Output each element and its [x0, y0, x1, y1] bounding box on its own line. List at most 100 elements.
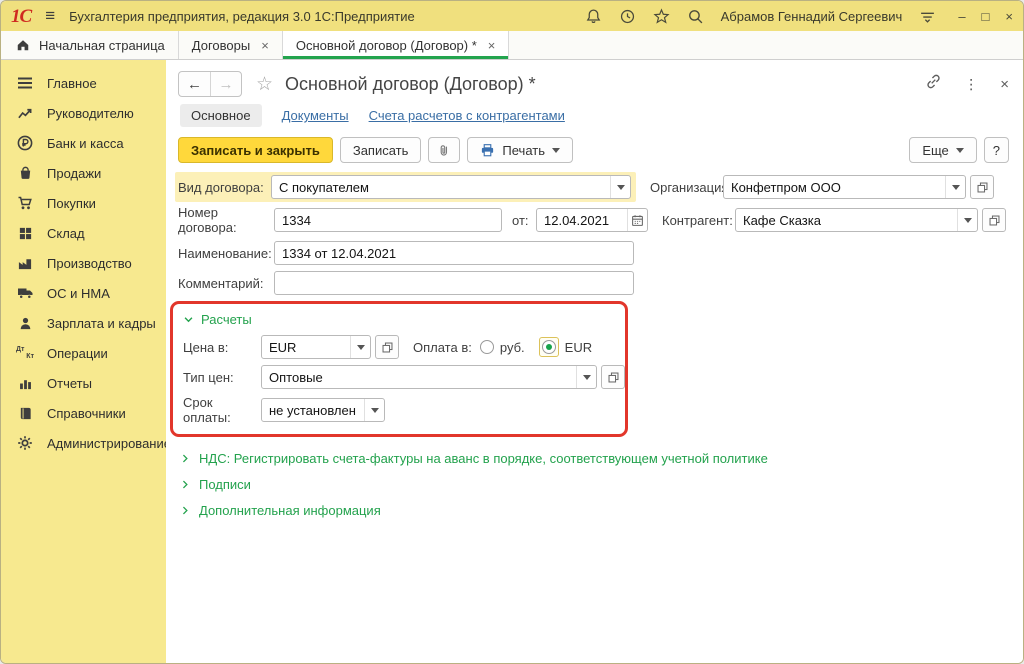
- chevron-right-icon: [180, 479, 190, 490]
- favorite-star-icon[interactable]: ☆: [256, 73, 273, 96]
- sidebar-item-rukovoditelyu[interactable]: Руководителю: [1, 98, 166, 128]
- close-tab-icon[interactable]: ×: [488, 38, 496, 53]
- contract-date-field[interactable]: 12.04.2021: [536, 208, 648, 232]
- forward-button[interactable]: →: [210, 72, 241, 96]
- dropdown-arrow-icon[interactable]: [364, 399, 384, 421]
- maximize-button[interactable]: □: [982, 9, 990, 24]
- name-label: Наименование:: [178, 246, 274, 261]
- tab-label: Основной договор (Договор) *: [296, 38, 477, 53]
- sidebar-label: Производство: [47, 256, 132, 271]
- sidebar-label: Отчеты: [47, 376, 92, 391]
- open-counterparty-icon[interactable]: [982, 208, 1006, 232]
- section-dop-info[interactable]: Дополнительная информация: [180, 503, 1009, 518]
- counterparty-field[interactable]: Кафе Сказка: [735, 208, 978, 232]
- sidebar-item-prodazhi[interactable]: Продажи: [1, 158, 166, 188]
- trend-icon: [16, 105, 34, 121]
- organization-label: Организация:: [650, 180, 723, 195]
- menu-icon: [16, 75, 34, 91]
- history-icon[interactable]: [619, 7, 637, 25]
- close-form-icon[interactable]: ×: [1000, 76, 1009, 93]
- notifications-bell-icon[interactable]: [585, 7, 603, 25]
- grid-icon: [16, 225, 34, 241]
- ruble-circle-icon: [16, 135, 34, 151]
- price-type-field[interactable]: Оптовые: [261, 365, 597, 389]
- price-currency-field[interactable]: EUR: [261, 335, 371, 359]
- section-nds[interactable]: НДС: Регистрировать счета-фактуры на ава…: [180, 451, 1009, 466]
- calculations-group-header[interactable]: Расчеты: [183, 312, 615, 327]
- payment-term-field[interactable]: не установлен: [261, 398, 385, 422]
- open-price-type-icon[interactable]: [601, 365, 625, 389]
- more-actions-icon[interactable]: ⋮: [964, 76, 978, 93]
- tab-osnovnoe[interactable]: Основное: [180, 104, 262, 127]
- search-icon[interactable]: [687, 7, 705, 25]
- contract-type-label: Вид договора:: [178, 180, 271, 195]
- organization-field[interactable]: Конфетпром ООО: [723, 175, 966, 199]
- section-podpisi[interactable]: Подписи: [180, 477, 1009, 492]
- main-menu-icon[interactable]: ≡: [41, 6, 59, 26]
- link-scheta-raschetov[interactable]: Счета расчетов с контрагентами: [369, 108, 565, 123]
- name-field[interactable]: 1334 от 12.04.2021: [274, 241, 634, 265]
- back-button[interactable]: ←: [179, 72, 210, 96]
- open-currency-icon[interactable]: [375, 335, 399, 359]
- radio-eur[interactable]: [542, 340, 556, 354]
- tab-label: Начальная страница: [39, 38, 165, 53]
- cart-icon: [16, 195, 34, 211]
- chevron-right-icon: [180, 505, 190, 516]
- print-button[interactable]: Печать: [467, 137, 573, 163]
- sidebar-label: Операции: [47, 346, 108, 361]
- contract-number-field[interactable]: 1334: [274, 208, 502, 232]
- sidebar-item-otchety[interactable]: Отчеты: [1, 368, 166, 398]
- app-window: 1С ≡ Бухгалтерия предприятия, редакция 3…: [0, 0, 1024, 664]
- radio-rub[interactable]: [480, 340, 494, 354]
- factory-icon: [16, 255, 34, 271]
- get-link-icon[interactable]: [925, 73, 942, 95]
- more-button[interactable]: Еще: [909, 137, 976, 163]
- attachments-button[interactable]: [428, 137, 460, 163]
- favorites-star-icon[interactable]: [653, 7, 671, 25]
- service-settings-icon[interactable]: [918, 7, 936, 25]
- sidebar-item-pokupki[interactable]: Покупки: [1, 188, 166, 218]
- radio-eur-focus: [539, 337, 559, 357]
- dropdown-arrow-icon[interactable]: [576, 366, 596, 388]
- dropdown-arrow-icon[interactable]: [957, 209, 977, 231]
- current-user[interactable]: Абрамов Геннадий Сергеевич: [721, 9, 903, 24]
- save-and-close-button[interactable]: Записать и закрыть: [178, 137, 333, 163]
- help-button[interactable]: ?: [984, 137, 1009, 163]
- sidebar-label: Руководителю: [47, 106, 134, 121]
- comment-field[interactable]: [274, 271, 634, 295]
- tab-contracts[interactable]: Договоры ×: [179, 31, 283, 59]
- sidebar-item-sklad[interactable]: Склад: [1, 218, 166, 248]
- form-area: ← → ☆ Основной договор (Договор) * ⋮ × О…: [166, 60, 1023, 664]
- sidebar-label: Банк и касса: [47, 136, 124, 151]
- date-from-label: от:: [512, 213, 536, 228]
- dropdown-arrow-icon[interactable]: [350, 336, 370, 358]
- sidebar-item-spravochniki[interactable]: Справочники: [1, 398, 166, 428]
- open-organization-icon[interactable]: [970, 175, 994, 199]
- sidebar-item-glavnoe[interactable]: Главное: [1, 68, 166, 98]
- minimize-button[interactable]: –: [958, 9, 965, 24]
- tab-main-contract[interactable]: Основной договор (Договор) * ×: [283, 31, 510, 59]
- sidebar-item-proizvodstvo[interactable]: Производство: [1, 248, 166, 278]
- sidebar-item-zarplata-i-kadry[interactable]: Зарплата и кадры: [1, 308, 166, 338]
- tab-home[interactable]: Начальная страница: [1, 31, 179, 59]
- close-tab-icon[interactable]: ×: [261, 38, 269, 53]
- sidebar-label: Склад: [47, 226, 85, 241]
- sidebar-item-operacii[interactable]: ДтКт Операции: [1, 338, 166, 368]
- sidebar-item-bank-i-kassa[interactable]: Банк и касса: [1, 128, 166, 158]
- contract-type-row-highlight: Вид договора: С покупателем: [175, 172, 636, 202]
- annotation-highlight-box: Расчеты Цена в: EUR Оплата в: руб.: [170, 301, 628, 437]
- truck-icon: [16, 285, 34, 301]
- sidebar-item-os-i-nma[interactable]: ОС и НМА: [1, 278, 166, 308]
- price-type-label: Тип цен:: [183, 370, 261, 385]
- close-window-button[interactable]: ×: [1005, 9, 1013, 24]
- printer-icon: [480, 143, 495, 158]
- sidebar-item-administrirovanie[interactable]: Администрирование: [1, 428, 166, 458]
- contract-type-field[interactable]: С покупателем: [271, 175, 631, 199]
- dropdown-arrow-icon[interactable]: [610, 176, 630, 198]
- save-button[interactable]: Записать: [340, 137, 422, 163]
- calendar-icon[interactable]: [627, 209, 647, 231]
- collapsed-sections: НДС: Регистрировать счета-фактуры на ава…: [180, 451, 1009, 518]
- dropdown-arrow-icon[interactable]: [945, 176, 965, 198]
- link-dokumenty[interactable]: Документы: [282, 108, 349, 123]
- sidebar-label: ОС и НМА: [47, 286, 110, 301]
